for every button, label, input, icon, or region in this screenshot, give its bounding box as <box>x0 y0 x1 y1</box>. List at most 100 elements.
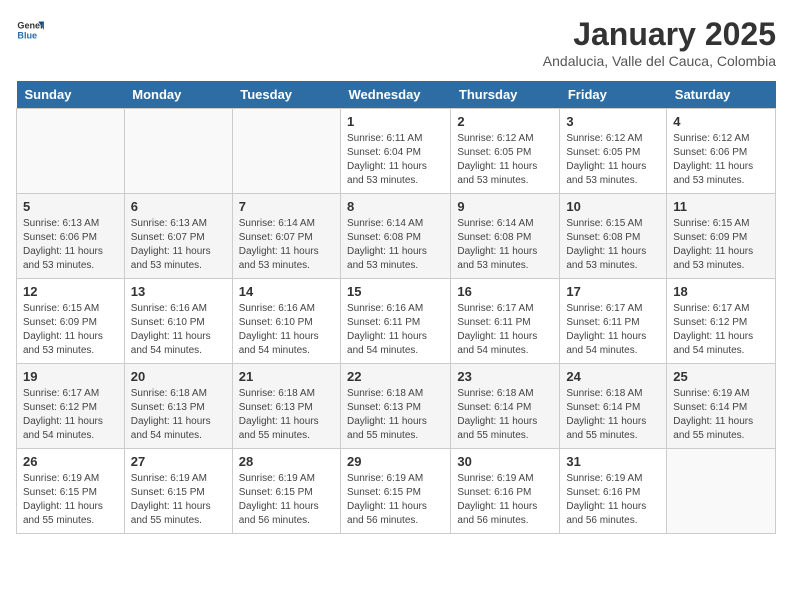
day-info: Sunrise: 6:14 AM Sunset: 6:07 PM Dayligh… <box>239 217 334 273</box>
day-number: 29 <box>347 454 444 469</box>
weekday-header-monday: Monday <box>124 81 232 109</box>
weekday-header-friday: Friday <box>560 81 667 109</box>
day-info: Sunrise: 6:19 AM Sunset: 6:15 PM Dayligh… <box>23 472 118 528</box>
day-info: Sunrise: 6:15 AM Sunset: 6:09 PM Dayligh… <box>23 302 118 358</box>
calendar-cell: 11 Sunrise: 6:15 AM Sunset: 6:09 PM Dayli… <box>667 194 776 279</box>
calendar-cell: 28Sunrise: 6:19 AM Sunset: 6:15 PM Dayli… <box>232 449 340 534</box>
day-number: 22 <box>347 369 444 384</box>
calendar-week-row: 1 Sunrise: 6:11 AM Sunset: 6:04 PM Daylig… <box>17 109 776 194</box>
day-info: Sunrise: 6:19 AM Sunset: 6:15 PM Dayligh… <box>347 472 444 528</box>
calendar-header: SundayMondayTuesdayWednesdayThursdayFrid… <box>17 81 776 109</box>
day-number: 23 <box>457 369 553 384</box>
day-info: Sunrise: 6:19 AM Sunset: 6:14 PM Dayligh… <box>673 387 769 443</box>
page-header: General Blue January 2025 Andalucia, Val… <box>16 16 776 69</box>
day-number: 19 <box>23 369 118 384</box>
calendar-cell: 6 Sunrise: 6:13 AM Sunset: 6:07 PM Daylig… <box>124 194 232 279</box>
day-info: Sunrise: 6:18 AM Sunset: 6:13 PM Dayligh… <box>347 387 444 443</box>
title-area: January 2025 Andalucia, Valle del Cauca,… <box>543 16 776 69</box>
day-number: 15 <box>347 284 444 299</box>
day-info: Sunrise: 6:12 AM Sunset: 6:05 PM Dayligh… <box>457 132 553 188</box>
day-number: 14 <box>239 284 334 299</box>
calendar-cell: 22 Sunrise: 6:18 AM Sunset: 6:13 PM Dayli… <box>341 364 451 449</box>
day-number: 21 <box>239 369 334 384</box>
day-info: Sunrise: 6:15 AM Sunset: 6:09 PM Dayligh… <box>673 217 769 273</box>
calendar-cell: 8 Sunrise: 6:14 AM Sunset: 6:08 PM Daylig… <box>341 194 451 279</box>
calendar-cell: 30 Sunrise: 6:19 AM Sunset: 6:16 PM Dayli… <box>451 449 560 534</box>
calendar-cell: 20 Sunrise: 6:18 AM Sunset: 6:13 PM Dayli… <box>124 364 232 449</box>
calendar-cell: 21 Sunrise: 6:18 AM Sunset: 6:13 PM Dayli… <box>232 364 340 449</box>
day-number: 12 <box>23 284 118 299</box>
day-info: Sunrise: 6:14 AM Sunset: 6:08 PM Dayligh… <box>457 217 553 273</box>
day-number: 26 <box>23 454 118 469</box>
calendar-cell <box>667 449 776 534</box>
weekday-header-wednesday: Wednesday <box>341 81 451 109</box>
day-number: 10 <box>566 199 660 214</box>
day-number: 16 <box>457 284 553 299</box>
weekday-header-saturday: Saturday <box>667 81 776 109</box>
day-info: Sunrise: 6:15 AM Sunset: 6:08 PM Dayligh… <box>566 217 660 273</box>
calendar-cell: 16Sunrise: 6:17 AM Sunset: 6:11 PM Dayli… <box>451 279 560 364</box>
calendar-body: 1 Sunrise: 6:11 AM Sunset: 6:04 PM Daylig… <box>17 109 776 534</box>
weekday-header-tuesday: Tuesday <box>232 81 340 109</box>
calendar-cell: 5Sunrise: 6:13 AM Sunset: 6:06 PM Daylig… <box>17 194 125 279</box>
calendar-week-row: 19 Sunrise: 6:17 AM Sunset: 6:12 PM Dayli… <box>17 364 776 449</box>
logo: General Blue <box>16 16 44 44</box>
calendar-cell: 12 Sunrise: 6:15 AM Sunset: 6:09 PM Dayli… <box>17 279 125 364</box>
day-number: 28 <box>239 454 334 469</box>
calendar-week-row: 26 Sunrise: 6:19 AM Sunset: 6:15 PM Dayli… <box>17 449 776 534</box>
calendar-week-row: 5Sunrise: 6:13 AM Sunset: 6:06 PM Daylig… <box>17 194 776 279</box>
weekday-header-row: SundayMondayTuesdayWednesdayThursdayFrid… <box>17 81 776 109</box>
day-number: 20 <box>131 369 226 384</box>
day-number: 1 <box>347 114 444 129</box>
calendar-cell: 1 Sunrise: 6:11 AM Sunset: 6:04 PM Daylig… <box>341 109 451 194</box>
calendar-cell: 27 Sunrise: 6:19 AM Sunset: 6:15 PM Dayli… <box>124 449 232 534</box>
calendar-cell: 3 Sunrise: 6:12 AM Sunset: 6:05 PM Daylig… <box>560 109 667 194</box>
day-info: Sunrise: 6:19 AM Sunset: 6:15 PM Dayligh… <box>131 472 226 528</box>
day-info: Sunrise: 6:18 AM Sunset: 6:14 PM Dayligh… <box>566 387 660 443</box>
calendar-cell: 2 Sunrise: 6:12 AM Sunset: 6:05 PM Daylig… <box>451 109 560 194</box>
calendar-week-row: 12 Sunrise: 6:15 AM Sunset: 6:09 PM Dayli… <box>17 279 776 364</box>
location-subtitle: Andalucia, Valle del Cauca, Colombia <box>543 53 776 69</box>
day-number: 3 <box>566 114 660 129</box>
day-info: Sunrise: 6:12 AM Sunset: 6:06 PM Dayligh… <box>673 132 769 188</box>
calendar-cell: 23Sunrise: 6:18 AM Sunset: 6:14 PM Dayli… <box>451 364 560 449</box>
day-number: 2 <box>457 114 553 129</box>
day-number: 13 <box>131 284 226 299</box>
calendar-cell: 24 Sunrise: 6:18 AM Sunset: 6:14 PM Dayli… <box>560 364 667 449</box>
day-number: 6 <box>131 199 226 214</box>
day-info: Sunrise: 6:12 AM Sunset: 6:05 PM Dayligh… <box>566 132 660 188</box>
day-info: Sunrise: 6:17 AM Sunset: 6:11 PM Dayligh… <box>566 302 660 358</box>
calendar-cell: 13 Sunrise: 6:16 AM Sunset: 6:10 PM Dayli… <box>124 279 232 364</box>
day-number: 24 <box>566 369 660 384</box>
logo-icon: General Blue <box>16 16 44 44</box>
calendar-cell <box>232 109 340 194</box>
day-info: Sunrise: 6:13 AM Sunset: 6:06 PM Dayligh… <box>23 217 118 273</box>
calendar-cell: 9 Sunrise: 6:14 AM Sunset: 6:08 PM Daylig… <box>451 194 560 279</box>
calendar-cell: 17Sunrise: 6:17 AM Sunset: 6:11 PM Dayli… <box>560 279 667 364</box>
day-number: 9 <box>457 199 553 214</box>
calendar-cell <box>17 109 125 194</box>
day-info: Sunrise: 6:17 AM Sunset: 6:12 PM Dayligh… <box>673 302 769 358</box>
day-info: Sunrise: 6:11 AM Sunset: 6:04 PM Dayligh… <box>347 132 444 188</box>
day-info: Sunrise: 6:19 AM Sunset: 6:16 PM Dayligh… <box>566 472 660 528</box>
calendar-cell: 29 Sunrise: 6:19 AM Sunset: 6:15 PM Dayli… <box>341 449 451 534</box>
day-number: 30 <box>457 454 553 469</box>
day-number: 27 <box>131 454 226 469</box>
calendar-cell: 10 Sunrise: 6:15 AM Sunset: 6:08 PM Dayli… <box>560 194 667 279</box>
day-number: 11 <box>673 199 769 214</box>
day-info: Sunrise: 6:18 AM Sunset: 6:13 PM Dayligh… <box>239 387 334 443</box>
calendar-cell: 4Sunrise: 6:12 AM Sunset: 6:06 PM Daylig… <box>667 109 776 194</box>
day-info: Sunrise: 6:18 AM Sunset: 6:13 PM Dayligh… <box>131 387 226 443</box>
month-title: January 2025 <box>543 16 776 53</box>
day-info: Sunrise: 6:19 AM Sunset: 6:16 PM Dayligh… <box>457 472 553 528</box>
day-info: Sunrise: 6:16 AM Sunset: 6:10 PM Dayligh… <box>131 302 226 358</box>
calendar-cell: 26 Sunrise: 6:19 AM Sunset: 6:15 PM Dayli… <box>17 449 125 534</box>
calendar-cell: 15Sunrise: 6:16 AM Sunset: 6:11 PM Dayli… <box>341 279 451 364</box>
day-info: Sunrise: 6:16 AM Sunset: 6:10 PM Dayligh… <box>239 302 334 358</box>
day-info: Sunrise: 6:17 AM Sunset: 6:12 PM Dayligh… <box>23 387 118 443</box>
day-number: 31 <box>566 454 660 469</box>
day-number: 8 <box>347 199 444 214</box>
calendar-cell: 14 Sunrise: 6:16 AM Sunset: 6:10 PM Dayli… <box>232 279 340 364</box>
day-info: Sunrise: 6:14 AM Sunset: 6:08 PM Dayligh… <box>347 217 444 273</box>
day-info: Sunrise: 6:13 AM Sunset: 6:07 PM Dayligh… <box>131 217 226 273</box>
